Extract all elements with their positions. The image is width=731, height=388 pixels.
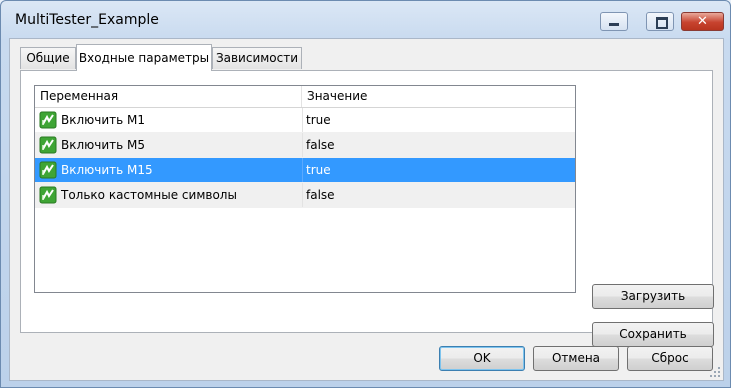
column-divider bbox=[302, 133, 303, 157]
row-value[interactable]: true bbox=[306, 158, 566, 182]
reset-button[interactable]: Сброс bbox=[627, 346, 713, 371]
resize-grip-icon[interactable] bbox=[709, 366, 721, 378]
parameter-icon bbox=[39, 186, 57, 204]
window-title: MultiTester_Example bbox=[15, 12, 159, 28]
row-value[interactable]: true bbox=[306, 108, 566, 132]
table-row-selected[interactable]: Включить M15 true bbox=[35, 158, 575, 183]
close-button[interactable]: ✕ bbox=[681, 12, 724, 31]
parameter-icon bbox=[39, 136, 57, 154]
row-name: Только кастомные символы bbox=[61, 188, 237, 202]
close-icon: ✕ bbox=[697, 14, 708, 29]
table-row[interactable]: Только кастомные символы false bbox=[35, 183, 575, 208]
load-button[interactable]: Загрузить bbox=[592, 284, 714, 309]
row-name: Включить M5 bbox=[61, 138, 146, 152]
tab-general[interactable]: Общие bbox=[20, 47, 76, 69]
dialog-client-area: Общие Входные параметры Зависимости Пере… bbox=[9, 38, 724, 381]
minimize-button[interactable] bbox=[600, 12, 628, 31]
table-row[interactable]: Включить M5 false bbox=[35, 133, 575, 158]
parameter-icon bbox=[39, 111, 57, 129]
column-header-value[interactable]: Значение bbox=[302, 86, 575, 107]
dialog-window: MultiTester_Example ✕ Общие Входные пара… bbox=[0, 0, 731, 388]
cancel-button[interactable]: Отмена bbox=[533, 346, 619, 371]
column-divider bbox=[302, 108, 303, 132]
column-header-variable[interactable]: Переменная bbox=[35, 86, 302, 107]
column-divider bbox=[302, 158, 303, 182]
table-row[interactable]: Включить M1 true bbox=[35, 108, 575, 133]
minimize-icon bbox=[609, 23, 619, 26]
row-name: Включить M15 bbox=[61, 163, 153, 177]
title-bar[interactable]: MultiTester_Example ✕ bbox=[1, 1, 730, 41]
tab-input-parameters[interactable]: Входные параметры bbox=[76, 44, 212, 71]
row-name: Включить M1 bbox=[61, 113, 146, 127]
row-value[interactable]: false bbox=[306, 133, 566, 157]
tab-panel: Переменная Значение Включить M1 true Вкл… bbox=[20, 70, 714, 347]
maximize-button[interactable] bbox=[646, 12, 674, 31]
ok-button[interactable]: OK bbox=[439, 346, 525, 371]
parameter-icon bbox=[39, 161, 57, 179]
column-divider bbox=[302, 183, 303, 207]
table-header: Переменная Значение bbox=[35, 86, 575, 108]
row-value[interactable]: false bbox=[306, 183, 566, 207]
parameters-table[interactable]: Переменная Значение Включить M1 true Вкл… bbox=[34, 85, 576, 293]
maximize-icon bbox=[656, 17, 668, 29]
tab-dependencies[interactable]: Зависимости bbox=[212, 47, 302, 69]
save-button[interactable]: Сохранить bbox=[592, 322, 714, 347]
